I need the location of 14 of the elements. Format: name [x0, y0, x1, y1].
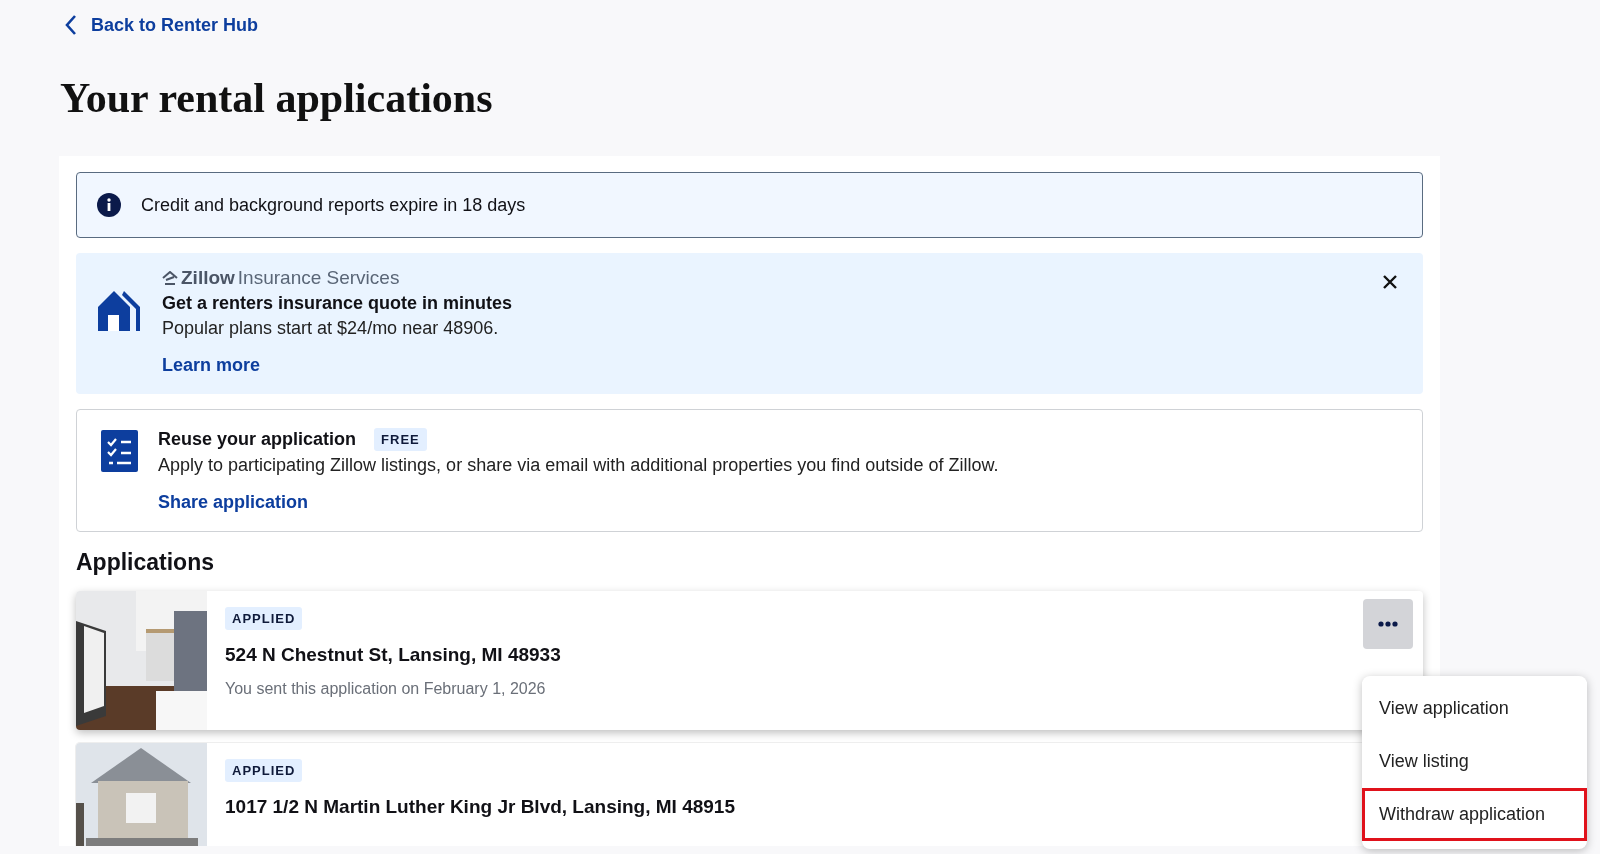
applications-heading: Applications	[76, 549, 215, 576]
free-badge: FREE	[374, 428, 427, 451]
address: 1017 1/2 N Martin Luther King Jr Blvd, Lansing, MI 48915	[225, 796, 735, 818]
sent-date: You sent this application on February 1, 2026	[225, 680, 547, 698]
notice-text: Credit and background reports expire in 18 days	[141, 194, 526, 216]
page-title: Your rental applications	[60, 74, 494, 122]
banner-heading: Get a renters insurance quote in minutes	[162, 293, 513, 314]
reuse-text: Apply to participating Zillow listings, or share via email with additional properties you find outside of Zillow.	[158, 455, 999, 476]
reuse-heading: Reuse your application	[158, 429, 357, 450]
address: 524 N Chestnut St, Lansing, MI 48933	[225, 644, 561, 666]
status-badge: APPLIED	[225, 759, 303, 782]
brand-logo: Zillow Insurance Services	[162, 267, 513, 289]
status-badge: APPLIED	[225, 607, 303, 630]
banner-text: Popular plans start at $24/mo near 48906.	[162, 318, 500, 339]
